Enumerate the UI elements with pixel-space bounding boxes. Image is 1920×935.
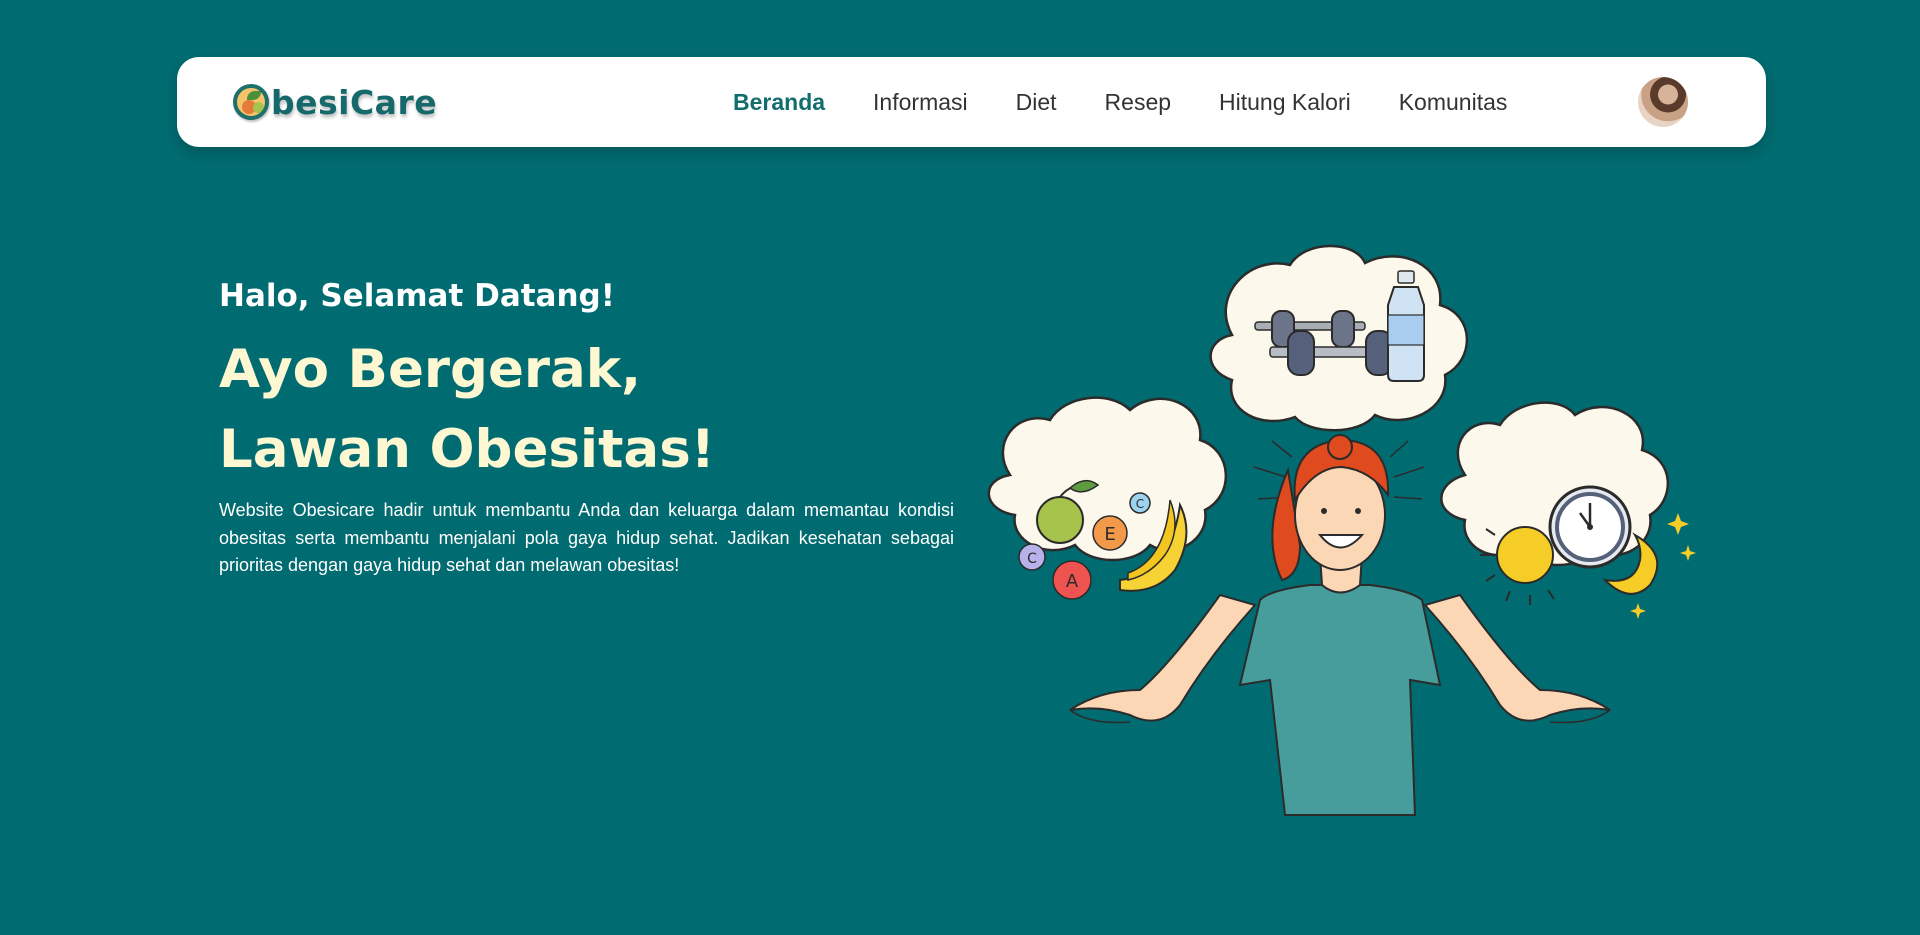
nav-item-informasi[interactable]: Informasi <box>873 89 968 116</box>
nav-item-komunitas[interactable]: Komunitas <box>1399 89 1508 116</box>
food-thought-cloud: C E C A <box>987 396 1228 600</box>
vitamin-c2-label: C <box>1027 551 1037 567</box>
nav-item-resep[interactable]: Resep <box>1105 89 1171 116</box>
time-thought-cloud <box>1440 401 1696 619</box>
hero-headline-line1: Ayo Bergerak, <box>219 339 642 400</box>
logo-fruit-icon <box>233 84 269 120</box>
landing-page: besiCare Beranda Informasi Diet Resep Hi… <box>0 0 1920 935</box>
brand-logo[interactable]: besiCare <box>233 77 437 127</box>
hero-greeting: Halo, Selamat Datang! <box>219 278 615 314</box>
navbar: besiCare Beranda Informasi Diet Resep Hi… <box>177 57 1766 147</box>
nav-item-diet[interactable]: Diet <box>1016 89 1057 116</box>
healthy-lifestyle-illustration: C E C A <box>987 244 1696 816</box>
exercise-thought-cloud <box>1209 244 1469 432</box>
vitamin-e-label: E <box>1104 524 1115 545</box>
brand-name: besiCare <box>271 82 438 122</box>
hero-headline: Ayo Bergerak, Lawan Obesitas! <box>219 330 715 490</box>
hero-description: Website Obesicare hadir untuk membantu A… <box>219 500 954 575</box>
nav-item-beranda[interactable]: Beranda <box>733 89 825 116</box>
user-avatar[interactable] <box>1638 77 1688 127</box>
hero-illustration: C E C A <box>970 235 1730 825</box>
vitamin-a-label: A <box>1066 571 1079 592</box>
water-bottle-icon <box>1387 270 1425 382</box>
nav-item-hitung-kalori[interactable]: Hitung Kalori <box>1219 89 1351 116</box>
main-nav: Beranda Informasi Diet Resep Hitung Kalo… <box>733 57 1555 147</box>
hero-headline-line2: Lawan Obesitas! <box>219 419 715 480</box>
vitamin-c-label: C <box>1136 497 1144 511</box>
clock-icon <box>1548 485 1632 569</box>
